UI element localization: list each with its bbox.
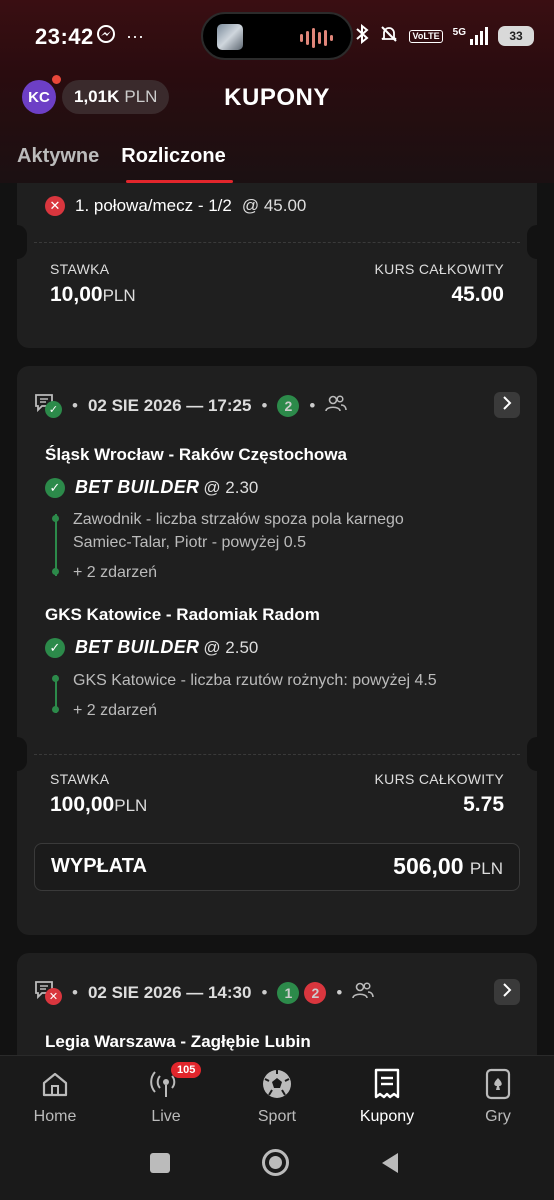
nav-sport[interactable]: Sport xyxy=(237,1066,317,1126)
payout-box: WYPŁATA 506,00 PLN xyxy=(34,843,520,891)
lost-count-badge: 2 xyxy=(304,982,327,1004)
stake-label: STAWKA xyxy=(50,261,110,277)
lost-icon: ✕ xyxy=(45,196,65,216)
coupon-icon xyxy=(347,1066,427,1102)
media-thumbnail xyxy=(217,24,243,50)
won-check-icon: ✓ xyxy=(45,637,65,658)
bluetooth-icon xyxy=(355,23,370,48)
coupon-meta: ✓ • 02 SIE 2026 — 17:25 • 2 • xyxy=(34,393,348,419)
selection-detail: GKS Katowice - liczba rzutów rożnych: po… xyxy=(73,672,437,689)
soccer-ball-icon xyxy=(237,1066,317,1102)
stake-amount: 100,00PLN xyxy=(50,793,148,816)
status-time: 23:42 xyxy=(35,24,94,49)
nav-live[interactable]: 105 Live xyxy=(126,1062,206,1126)
total-odds-label: KURS CAŁKOWITY xyxy=(374,771,504,787)
page-title: KUPONY xyxy=(224,84,330,111)
timeline-dot xyxy=(52,706,59,713)
volte-icon: VoLTE xyxy=(409,29,443,43)
more-events-link[interactable]: + 2 zdarzeń xyxy=(73,699,157,722)
coupon-card[interactable]: ✕ 1. połowa/mecz - 1/2 @ 45.00 STAWKA 10… xyxy=(17,183,537,348)
selection-odds: @ 45.00 xyxy=(241,196,307,215)
total-odds-label: KURS CAŁKOWITY xyxy=(374,261,504,277)
timeline-line xyxy=(55,514,57,576)
stake-amount: 10,00PLN xyxy=(50,283,136,306)
match-title: Legia Warszawa - Zagłębie Lubin xyxy=(45,1032,311,1051)
won-count-badge: 1 xyxy=(277,982,300,1004)
match-title: GKS Katowice - Radomiak Radom xyxy=(45,605,320,624)
selection-name: 1. połowa/mecz - 1/2 xyxy=(75,196,232,215)
coupon-card[interactable]: ✓ • 02 SIE 2026 — 17:25 • 2 • Śląsk Wroc… xyxy=(17,366,537,935)
home-button[interactable] xyxy=(262,1149,289,1176)
bottom-navigation: Home 105 Live Sport Kupony Gry xyxy=(0,1055,554,1200)
timeline-dot xyxy=(52,515,59,522)
bet-odds: @ 2.50 xyxy=(203,637,259,657)
coupon-details-button[interactable] xyxy=(494,392,520,418)
won-count-badge: 2 xyxy=(277,395,300,417)
share-users-icon xyxy=(352,981,375,1005)
selection-detail: Zawodnik - liczba strzałów spoza pola ka… xyxy=(73,511,404,551)
chevron-right-icon xyxy=(502,395,512,415)
chevron-right-icon xyxy=(502,982,512,1002)
back-button[interactable] xyxy=(380,1151,400,1180)
nav-sport-label: Sport xyxy=(257,1108,297,1125)
payout-label: WYPŁATA xyxy=(51,855,147,877)
nav-live-label: Live xyxy=(151,1108,181,1125)
timeline-dot xyxy=(52,568,59,575)
coupon-list[interactable]: ✕ 1. połowa/mecz - 1/2 @ 45.00 STAWKA 10… xyxy=(0,183,554,1055)
more-notifications-icon: ··· xyxy=(126,26,144,46)
more-events-link[interactable]: + 2 zdarzeń xyxy=(73,561,157,584)
home-icon xyxy=(15,1066,95,1102)
coupon-meta: ✕ • 02 SIE 2026 — 14:30 • 1 2 • xyxy=(34,980,375,1006)
total-odds-value: 5.75 xyxy=(463,793,504,816)
live-count-badge: 105 xyxy=(171,1062,202,1078)
network-type: 5G xyxy=(452,27,466,38)
tab-bar: Aktywne Rozliczone xyxy=(17,145,226,168)
bet-odds: @ 2.30 xyxy=(203,477,259,497)
won-check-icon: ✓ xyxy=(45,401,62,418)
nav-home-label: Home xyxy=(33,1108,77,1125)
coupon-date: 02 SIE 2026 — 14:30 xyxy=(87,983,252,1002)
status-bar: 23:42 ··· VoLTE 5G 33 xyxy=(0,0,554,72)
notification-dot xyxy=(52,75,61,84)
app-header: 23:42 ··· VoLTE 5G 33 KC 1,01K PLN KUPON… xyxy=(0,0,554,183)
nav-kupony[interactable]: Kupony xyxy=(347,1066,427,1126)
selection-row: ✕ 1. połowa/mecz - 1/2 @ 45.00 xyxy=(45,196,306,216)
timeline-dot xyxy=(52,675,59,682)
stake-label: STAWKA xyxy=(50,771,110,787)
coupon-status-icon: ✓ xyxy=(34,393,62,419)
audio-wave-icon xyxy=(300,28,333,48)
nav-kupony-label: Kupony xyxy=(359,1108,415,1125)
dynamic-island xyxy=(201,12,353,60)
coupon-date: 02 SIE 2026 — 17:25 xyxy=(87,396,252,415)
nav-home[interactable]: Home xyxy=(15,1066,95,1126)
signal-icon: 5G xyxy=(453,27,488,45)
battery-icon: 33 xyxy=(498,26,534,46)
cards-icon xyxy=(458,1066,538,1102)
bet-builder-row: ✓ BET BUILDER @ 2.50 xyxy=(45,637,258,658)
lost-icon: ✕ xyxy=(45,988,62,1005)
coupon-status-icon: ✕ xyxy=(34,980,62,1006)
coupon-card[interactable]: ✕ • 02 SIE 2026 — 14:30 • 1 2 • Legia Wa… xyxy=(17,953,537,1055)
coupon-details-button[interactable] xyxy=(494,979,520,1005)
tab-aktywne[interactable]: Aktywne xyxy=(17,145,99,168)
messenger-icon xyxy=(96,24,116,49)
system-navigation-bar xyxy=(0,1149,554,1191)
bet-type: BET BUILDER xyxy=(75,637,200,657)
recent-apps-button[interactable] xyxy=(150,1153,170,1173)
total-odds-value: 45.00 xyxy=(451,283,504,306)
bet-type: BET BUILDER xyxy=(75,477,200,497)
share-users-icon xyxy=(325,394,348,418)
tab-rozliczone[interactable]: Rozliczone xyxy=(121,145,225,168)
nav-gry-label: Gry xyxy=(485,1108,511,1125)
won-check-icon: ✓ xyxy=(45,477,65,498)
mute-bell-icon xyxy=(379,24,399,48)
nav-gry[interactable]: Gry xyxy=(458,1066,538,1126)
bet-builder-row: ✓ BET BUILDER @ 2.30 xyxy=(45,477,258,498)
payout-amount: 506,00 PLN xyxy=(393,853,503,879)
match-title: Śląsk Wrocław - Raków Częstochowa xyxy=(45,445,347,464)
